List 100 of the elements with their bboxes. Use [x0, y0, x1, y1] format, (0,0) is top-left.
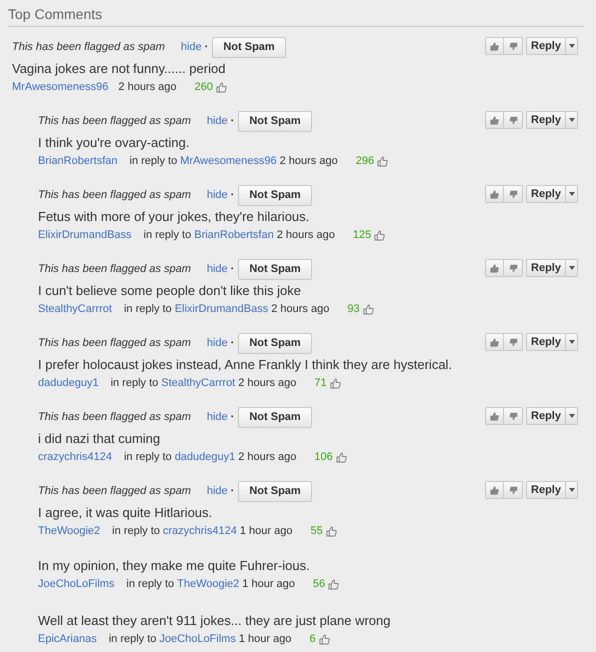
thumbs-up-icon [490, 486, 500, 494]
thumbs-up-icon [318, 634, 330, 644]
thumbs-down-icon [508, 42, 518, 50]
parent-author-link[interactable]: ElixirDrumandBass [174, 302, 268, 316]
reply-button[interactable]: Reply [526, 185, 566, 203]
comment-text: I think you're ovary-acting. [38, 135, 190, 151]
hide-link[interactable]: hide [206, 187, 228, 204]
reply-button[interactable]: Reply [526, 111, 566, 129]
dislike-button[interactable] [504, 481, 524, 499]
reply-button[interactable]: Reply [526, 481, 566, 499]
reply-button[interactable]: Reply [526, 333, 566, 351]
like-button[interactable] [485, 481, 504, 499]
thumbs-up-icon [374, 230, 386, 240]
like-button[interactable] [485, 333, 504, 351]
like-count: 55 [310, 524, 323, 538]
parent-author-link[interactable]: BrianRobertsfan [194, 228, 274, 242]
thumbs-up-icon [490, 338, 500, 346]
thumbs-up-icon [336, 452, 347, 462]
reply-menu-button[interactable] [566, 259, 578, 277]
not-spam-button[interactable]: Not Spam [238, 481, 312, 502]
thumbs-up-icon [362, 304, 374, 314]
like-count: 6 [309, 632, 316, 646]
not-spam-button[interactable]: Not Spam [238, 111, 312, 132]
not-spam-button[interactable]: Not Spam [238, 333, 312, 354]
thumbs-up-icon [330, 378, 341, 388]
reply-menu-button[interactable] [566, 407, 578, 425]
dislike-button[interactable] [504, 333, 524, 351]
author-link[interactable]: MrAwesomeness96 [12, 80, 108, 94]
caret-icon [568, 44, 574, 48]
thumbs-up-icon [328, 578, 340, 590]
author-link[interactable]: StealthyCarrrot [38, 302, 112, 316]
parent-author-link[interactable]: dadudeguy1 [174, 450, 236, 464]
spam-flag-notice: This has been flagged as spam [38, 114, 191, 130]
timestamp: 1 hour ago [238, 632, 292, 646]
dislike-button[interactable] [504, 111, 524, 129]
author-link[interactable]: JoeChoLoFilms [38, 577, 114, 591]
dislike-button[interactable] [504, 185, 524, 203]
parent-author-link[interactable]: MrAwesomeness96 [180, 154, 277, 168]
reply-to-label: in reply to [124, 450, 172, 464]
spam-flag-notice: This has been flagged as spam [38, 188, 191, 204]
reply-menu-button[interactable] [566, 37, 578, 55]
comment-text: I cun't believe some people don't like this joke [38, 283, 302, 299]
author-link[interactable]: BrianRobertsfan [38, 154, 118, 168]
caret-icon [568, 414, 574, 418]
like-button[interactable] [485, 185, 504, 203]
reply-menu-button[interactable] [566, 185, 578, 203]
comment-text: In my opinion, they make me quite Fuhrer-ious. [38, 558, 311, 574]
dislike-button[interactable] [504, 407, 524, 425]
author-link[interactable]: ElixirDrumandBass [38, 228, 132, 242]
timestamp: 2 hours ago [276, 228, 335, 242]
reply-to-label: in reply to [124, 302, 172, 316]
like-button[interactable] [485, 259, 504, 277]
hide-link[interactable]: hide [206, 113, 228, 130]
hide-link[interactable]: hide [206, 335, 228, 352]
reply-button[interactable]: Reply [526, 407, 566, 425]
author-link[interactable]: EpicArianas [38, 632, 97, 646]
hide-link[interactable]: hide [180, 39, 202, 56]
parent-author-link[interactable]: JoeChoLoFilms [159, 632, 236, 646]
thumbs-down-icon [508, 116, 518, 124]
parent-author-link[interactable]: crazychris4124 [162, 524, 237, 538]
not-spam-button[interactable]: Not Spam [238, 259, 312, 280]
separator-dot: · [230, 188, 234, 204]
hide-link[interactable]: hide [206, 409, 228, 426]
timestamp: 2 hours ago [238, 376, 296, 390]
like-button[interactable] [485, 407, 504, 425]
thumbs-down-icon [508, 264, 518, 272]
thumbs-up-icon [326, 526, 337, 536]
not-spam-button[interactable]: Not Spam [212, 37, 286, 58]
author-link[interactable]: TheWoogie2 [38, 524, 100, 538]
reply-to-label: in reply to [144, 228, 192, 242]
dislike-button[interactable] [504, 37, 524, 55]
author-link[interactable]: crazychris4124 [38, 450, 112, 464]
thumbs-up-icon [490, 116, 500, 124]
timestamp: 2 hours ago [238, 450, 296, 464]
comment-text: I agree, it was quite Hitlarious. [38, 505, 214, 521]
reply-menu-button[interactable] [566, 481, 578, 499]
thumbs-up-icon [377, 156, 388, 166]
timestamp: 1 hour ago [242, 577, 295, 591]
reply-to-label: in reply to [130, 154, 178, 168]
like-count: 125 [352, 228, 372, 242]
not-spam-button[interactable]: Not Spam [238, 407, 312, 428]
reply-button[interactable]: Reply [526, 259, 566, 277]
caret-icon [568, 488, 574, 492]
reply-menu-button[interactable] [566, 111, 578, 129]
not-spam-button[interactable]: Not Spam [238, 185, 312, 206]
dislike-button[interactable] [504, 259, 524, 277]
spam-flag-notice: This has been flagged as spam [38, 484, 191, 500]
like-button[interactable] [485, 111, 504, 129]
timestamp: 2 hours ago [280, 154, 338, 168]
hide-link[interactable]: hide [206, 483, 228, 500]
parent-author-link[interactable]: StealthyCarrrot [161, 376, 236, 390]
parent-author-link[interactable]: TheWoogie2 [177, 577, 240, 591]
separator-dot: · [230, 336, 234, 352]
like-count: 296 [356, 154, 374, 168]
spam-flag-notice: This has been flagged as spam [38, 336, 191, 352]
reply-button[interactable]: Reply [526, 37, 566, 55]
hide-link[interactable]: hide [206, 261, 228, 278]
author-link[interactable]: dadudeguy1 [38, 376, 99, 390]
reply-menu-button[interactable] [566, 333, 578, 351]
like-button[interactable] [485, 37, 504, 55]
